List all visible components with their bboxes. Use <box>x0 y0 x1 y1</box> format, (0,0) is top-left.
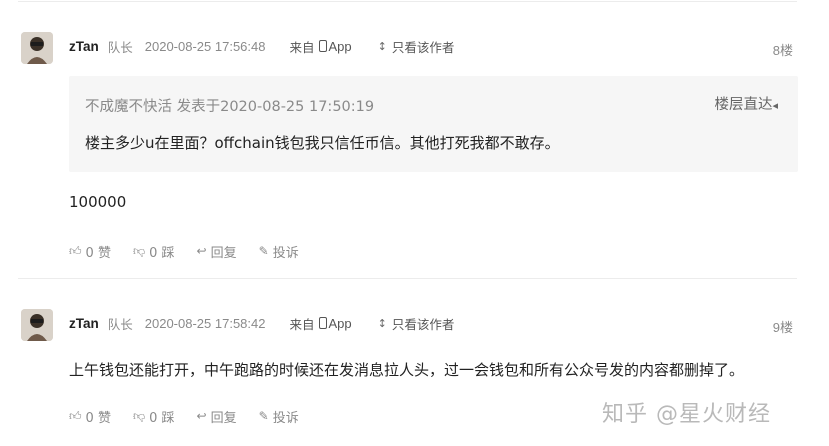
comment-post: zTan 队长 2020-08-25 17:56:48 来自 App ↕ 只看该… <box>0 0 829 280</box>
comment-content: 上午钱包还能打开，中午跑路的时候还在发消息拉人头，过一会钱包和所有公众号发的内容… <box>69 361 745 379</box>
source-app: App <box>328 315 352 331</box>
pencil-icon: ✎ <box>258 409 269 423</box>
source-label: 来自 <box>289 39 315 55</box>
thumbs-up-icon: 👍︎ <box>69 243 82 258</box>
reply-button[interactable]: ↩ 回复 <box>197 242 237 261</box>
floor-number: 9楼 <box>772 320 793 335</box>
filter-icon: ↕ <box>377 39 387 53</box>
username[interactable]: zTan <box>69 39 99 54</box>
like-button[interactable]: 👍︎ 0 赞 <box>69 407 111 426</box>
quote-block: 不成魔不快活 发表于2020-08-25 17:50:19 楼层直达◂ 楼主多少… <box>69 76 798 172</box>
reply-label: 回复 <box>210 245 237 261</box>
timestamp: 2020-08-25 17:58:42 <box>144 315 266 331</box>
source-app: App <box>328 38 352 54</box>
filter-icon: ↕ <box>377 316 387 330</box>
floor-jump-link[interactable]: 楼层直达◂ <box>714 93 778 114</box>
only-author-link[interactable]: ↕ 只看该作者 <box>378 37 455 56</box>
only-author-label: 只看该作者 <box>391 39 455 55</box>
thumbs-down-icon: 👎︎ <box>132 243 146 258</box>
only-author-label: 只看该作者 <box>391 316 455 332</box>
dislike-label: 0 踩 <box>149 410 175 426</box>
avatar[interactable] <box>21 309 53 341</box>
pencil-icon: ✎ <box>258 244 269 258</box>
like-label: 0 赞 <box>85 245 111 261</box>
report-label: 投诉 <box>272 410 299 426</box>
quote-header: 不成魔不快活 发表于2020-08-25 17:50:19 <box>85 99 375 115</box>
reply-button[interactable]: ↩ 回复 <box>197 407 237 426</box>
like-button[interactable]: 👍︎ 0 赞 <box>69 242 111 261</box>
user-role: 队长 <box>107 39 133 55</box>
dislike-button[interactable]: 👎︎ 0 踩 <box>133 242 175 261</box>
watermark: 知乎 @星火财经 <box>602 402 771 427</box>
reply-icon: ↩ <box>196 409 207 423</box>
avatar-image <box>21 32 53 64</box>
avatar[interactable] <box>21 32 53 64</box>
timestamp: 2020-08-25 17:56:48 <box>144 38 266 54</box>
comment-meta: zTan 队长 2020-08-25 17:56:48 来自 App ↕ 只看该… <box>69 35 454 57</box>
floor-jump-label: 楼层直达 <box>714 97 773 113</box>
user-role: 队长 <box>107 316 133 332</box>
quote-body: 楼主多少u在里面？offchain钱包我只信任币信。其他打死我都不敢存。 <box>85 134 560 152</box>
reply-label: 回复 <box>210 410 237 426</box>
like-label: 0 赞 <box>85 410 111 426</box>
dislike-label: 0 踩 <box>149 245 175 261</box>
source-label: 来自 <box>289 316 315 332</box>
comment-actions: 👍︎ 0 赞 👎︎ 0 踩 ↩ 回复 ✎ 投诉 <box>69 406 321 426</box>
report-button[interactable]: ✎ 投诉 <box>259 407 299 426</box>
only-author-link[interactable]: ↕ 只看该作者 <box>378 314 455 333</box>
phone-icon <box>318 317 327 329</box>
dislike-button[interactable]: 👎︎ 0 踩 <box>133 407 175 426</box>
report-button[interactable]: ✎ 投诉 <box>259 242 299 261</box>
comment-meta: zTan 队长 2020-08-25 17:58:42 来自 App ↕ 只看该… <box>69 312 454 334</box>
floor-number: 8楼 <box>772 43 793 58</box>
thumbs-down-icon: 👎︎ <box>132 408 146 423</box>
comment-content: 100000 <box>69 193 127 211</box>
report-label: 投诉 <box>272 245 299 261</box>
thumbs-up-icon: 👍︎ <box>69 408 82 423</box>
reply-icon: ↩ <box>196 244 207 258</box>
reply-arrow-icon: ◂ <box>772 99 778 112</box>
post-divider <box>18 278 797 279</box>
avatar-image <box>21 309 53 341</box>
phone-icon <box>318 40 327 52</box>
comment-actions: 👍︎ 0 赞 👎︎ 0 踩 ↩ 回复 ✎ 投诉 <box>69 241 321 261</box>
username[interactable]: zTan <box>69 316 99 331</box>
